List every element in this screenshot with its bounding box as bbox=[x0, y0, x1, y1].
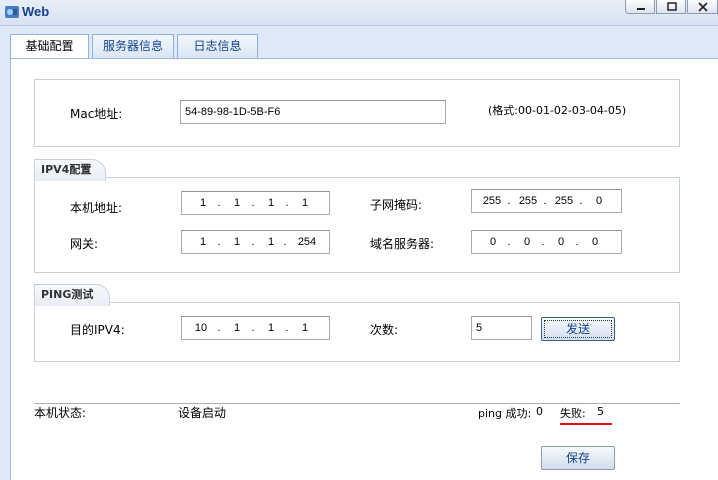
dot: . bbox=[251, 197, 255, 209]
dot: . bbox=[251, 322, 255, 334]
ping-target-label: 目的IPV4: bbox=[70, 323, 125, 337]
octet: 0 bbox=[557, 236, 565, 248]
local-ip-input[interactable]: 1 . 1 . 1 . 1 bbox=[181, 191, 330, 215]
mac-label: Mac地址: bbox=[70, 107, 123, 121]
close-icon bbox=[698, 2, 708, 12]
dot: . bbox=[217, 236, 221, 248]
octet: 0 bbox=[489, 236, 497, 248]
octet: 0 bbox=[523, 236, 531, 248]
ping-success-value: 0 bbox=[536, 405, 543, 418]
fail-underline bbox=[560, 423, 612, 425]
mac-format-hint: (格式:00-01-02-03-04-05) bbox=[488, 104, 627, 117]
dot: . bbox=[507, 195, 511, 207]
dot: . bbox=[217, 197, 221, 209]
minimize-button[interactable] bbox=[625, 0, 655, 14]
ping-target-input[interactable]: 10 . 1 . 1 . 1 bbox=[181, 316, 330, 340]
tab-server-info[interactable]: 服务器信息 bbox=[92, 34, 174, 58]
dot: . bbox=[251, 236, 255, 248]
subnet-label: 子网掩码: bbox=[370, 198, 423, 212]
dot: . bbox=[541, 236, 545, 248]
gateway-input[interactable]: 1 . 1 . 1 . 254 bbox=[181, 230, 330, 254]
dot: . bbox=[283, 236, 287, 248]
save-button[interactable]: 保存 bbox=[541, 446, 615, 470]
tab-basic-config[interactable]: 基础配置 bbox=[10, 34, 89, 59]
octet: 1 bbox=[233, 197, 241, 209]
mac-input[interactable]: 54-89-98-1D-5B-F6 bbox=[180, 100, 446, 124]
status-value: 设备启动 bbox=[178, 406, 227, 420]
octet: 255 bbox=[518, 195, 538, 207]
octet: 255 bbox=[482, 195, 502, 207]
dns-label: 域名服务器: bbox=[370, 237, 435, 251]
octet: 1 bbox=[199, 236, 207, 248]
octet: 0 bbox=[591, 236, 599, 248]
dot: . bbox=[285, 322, 289, 334]
dot: . bbox=[575, 236, 579, 248]
octet: 1 bbox=[267, 236, 275, 248]
dns-input[interactable]: 0 . 0 . 0 . 0 bbox=[471, 230, 622, 254]
dot: . bbox=[579, 195, 583, 207]
dot: . bbox=[507, 236, 511, 248]
dot: . bbox=[285, 197, 289, 209]
status-label: 本机状态: bbox=[34, 406, 87, 420]
ping-fail-value: 5 bbox=[597, 405, 604, 418]
octet: 254 bbox=[297, 236, 317, 248]
app-icon bbox=[5, 6, 19, 18]
window-title: Web bbox=[22, 4, 50, 19]
octet: 255 bbox=[554, 195, 574, 207]
minimize-icon bbox=[637, 8, 645, 10]
octet: 10 bbox=[194, 322, 208, 334]
subnet-input[interactable]: 255 . 255 . 255 . 0 bbox=[471, 189, 622, 213]
ping-legend: PING测试 bbox=[34, 284, 110, 306]
octet: 1 bbox=[233, 322, 241, 334]
tab-log-info[interactable]: 日志信息 bbox=[177, 34, 258, 58]
maximize-button[interactable] bbox=[656, 0, 686, 14]
ipv4-legend: IPV4配置 bbox=[34, 159, 106, 181]
dot: . bbox=[543, 195, 547, 207]
send-button[interactable]: 发送 bbox=[541, 317, 615, 341]
ping-success-label: ping 成功: bbox=[478, 407, 532, 420]
ping-count-input[interactable]: 5 bbox=[471, 316, 532, 340]
octet: 1 bbox=[267, 322, 275, 334]
octet: 1 bbox=[301, 197, 309, 209]
gateway-label: 网关: bbox=[70, 237, 99, 251]
ping-count-label: 次数: bbox=[370, 323, 399, 337]
octet: 0 bbox=[595, 195, 603, 207]
maximize-icon bbox=[667, 2, 677, 11]
octet: 1 bbox=[199, 197, 207, 209]
octet: 1 bbox=[267, 197, 275, 209]
octet: 1 bbox=[301, 322, 309, 334]
status-divider bbox=[34, 403, 680, 404]
octet: 1 bbox=[233, 236, 241, 248]
title-bar: Web bbox=[0, 0, 718, 26]
dot: . bbox=[217, 322, 221, 334]
ping-fail-label: 失败: bbox=[560, 407, 586, 420]
local-ip-label: 本机地址: bbox=[70, 201, 123, 215]
close-button[interactable] bbox=[687, 0, 718, 14]
